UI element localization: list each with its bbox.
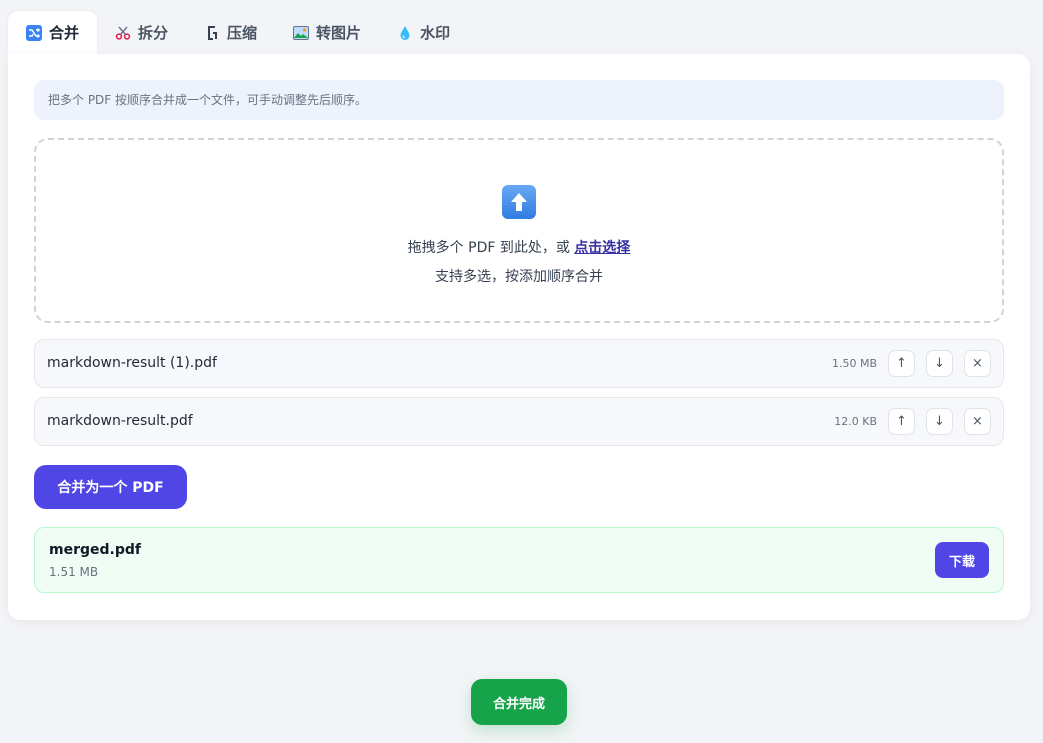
tab-compress[interactable]: 压缩 [186,11,275,54]
file-row: markdown-result (1).pdf 1.50 MB ↑ ↓ × [34,339,1004,388]
move-down-button[interactable]: ↓ [926,408,953,435]
tab-label: 压缩 [227,24,258,42]
remove-file-button[interactable]: × [964,408,991,435]
file-size: 12.0 KB [834,415,877,428]
file-dropzone[interactable]: 拖拽多个 PDF 到此处，或 点击选择 支持多选，按添加顺序合并 [34,138,1004,323]
move-down-button[interactable]: ↓ [926,350,953,377]
select-files-link[interactable]: 点击选择 [574,240,630,256]
droplet-icon [397,25,413,41]
upload-arrow-icon [502,185,536,219]
dropzone-instruction: 拖拽多个 PDF 到此处，或 点击选择 [36,237,1002,257]
close-icon: × [972,414,983,429]
dropzone-text: 拖拽多个 PDF 到此处，或 [407,240,575,256]
dropzone-hint: 支持多选，按添加顺序合并 [435,269,603,285]
result-card: merged.pdf 1.51 MB 下载 [34,527,1004,593]
tab-label: 水印 [420,24,451,42]
arrow-down-icon: ↓ [934,356,945,371]
shuffle-icon [26,24,42,41]
arrow-up-icon: ↑ [896,356,907,371]
merge-panel: 把多个 PDF 按顺序合并成一个文件，可手动调整先后顺序。 拖拽多个 PDF 到… [8,54,1030,620]
move-up-button[interactable]: ↑ [888,408,915,435]
file-size: 1.50 MB [831,357,877,370]
merge-button[interactable]: 合并为一个 PDF [34,465,187,509]
close-icon: × [972,356,983,371]
download-button[interactable]: 下载 [935,542,989,578]
tab-split[interactable]: 拆分 [97,11,186,54]
tab-watermark[interactable]: 水印 [379,11,468,54]
arrow-up-icon: ↑ [896,414,907,429]
remove-file-button[interactable]: × [964,350,991,377]
tab-label: 拆分 [138,24,169,42]
tab-bar: 合并 拆分 压缩 转图片 水印 [8,11,468,54]
info-banner: 把多个 PDF 按顺序合并成一个文件，可手动调整先后顺序。 [34,80,1004,120]
tab-merge[interactable]: 合并 [8,11,98,54]
file-name: markdown-result.pdf [47,413,193,429]
result-file-name: merged.pdf [49,542,141,558]
arrow-down-icon: ↓ [934,414,945,429]
file-row: markdown-result.pdf 12.0 KB ↑ ↓ × [34,397,1004,446]
clamp-icon [204,25,220,41]
tab-to-image[interactable]: 转图片 [275,11,379,54]
success-toast: 合并完成 [471,679,567,725]
move-up-button[interactable]: ↑ [888,350,915,377]
tab-label: 转图片 [316,24,362,42]
scissors-icon [115,25,131,41]
tab-label: 合并 [49,24,80,42]
image-icon [293,25,310,41]
result-file-size: 1.51 MB [49,565,99,579]
file-name: markdown-result (1).pdf [47,355,217,371]
